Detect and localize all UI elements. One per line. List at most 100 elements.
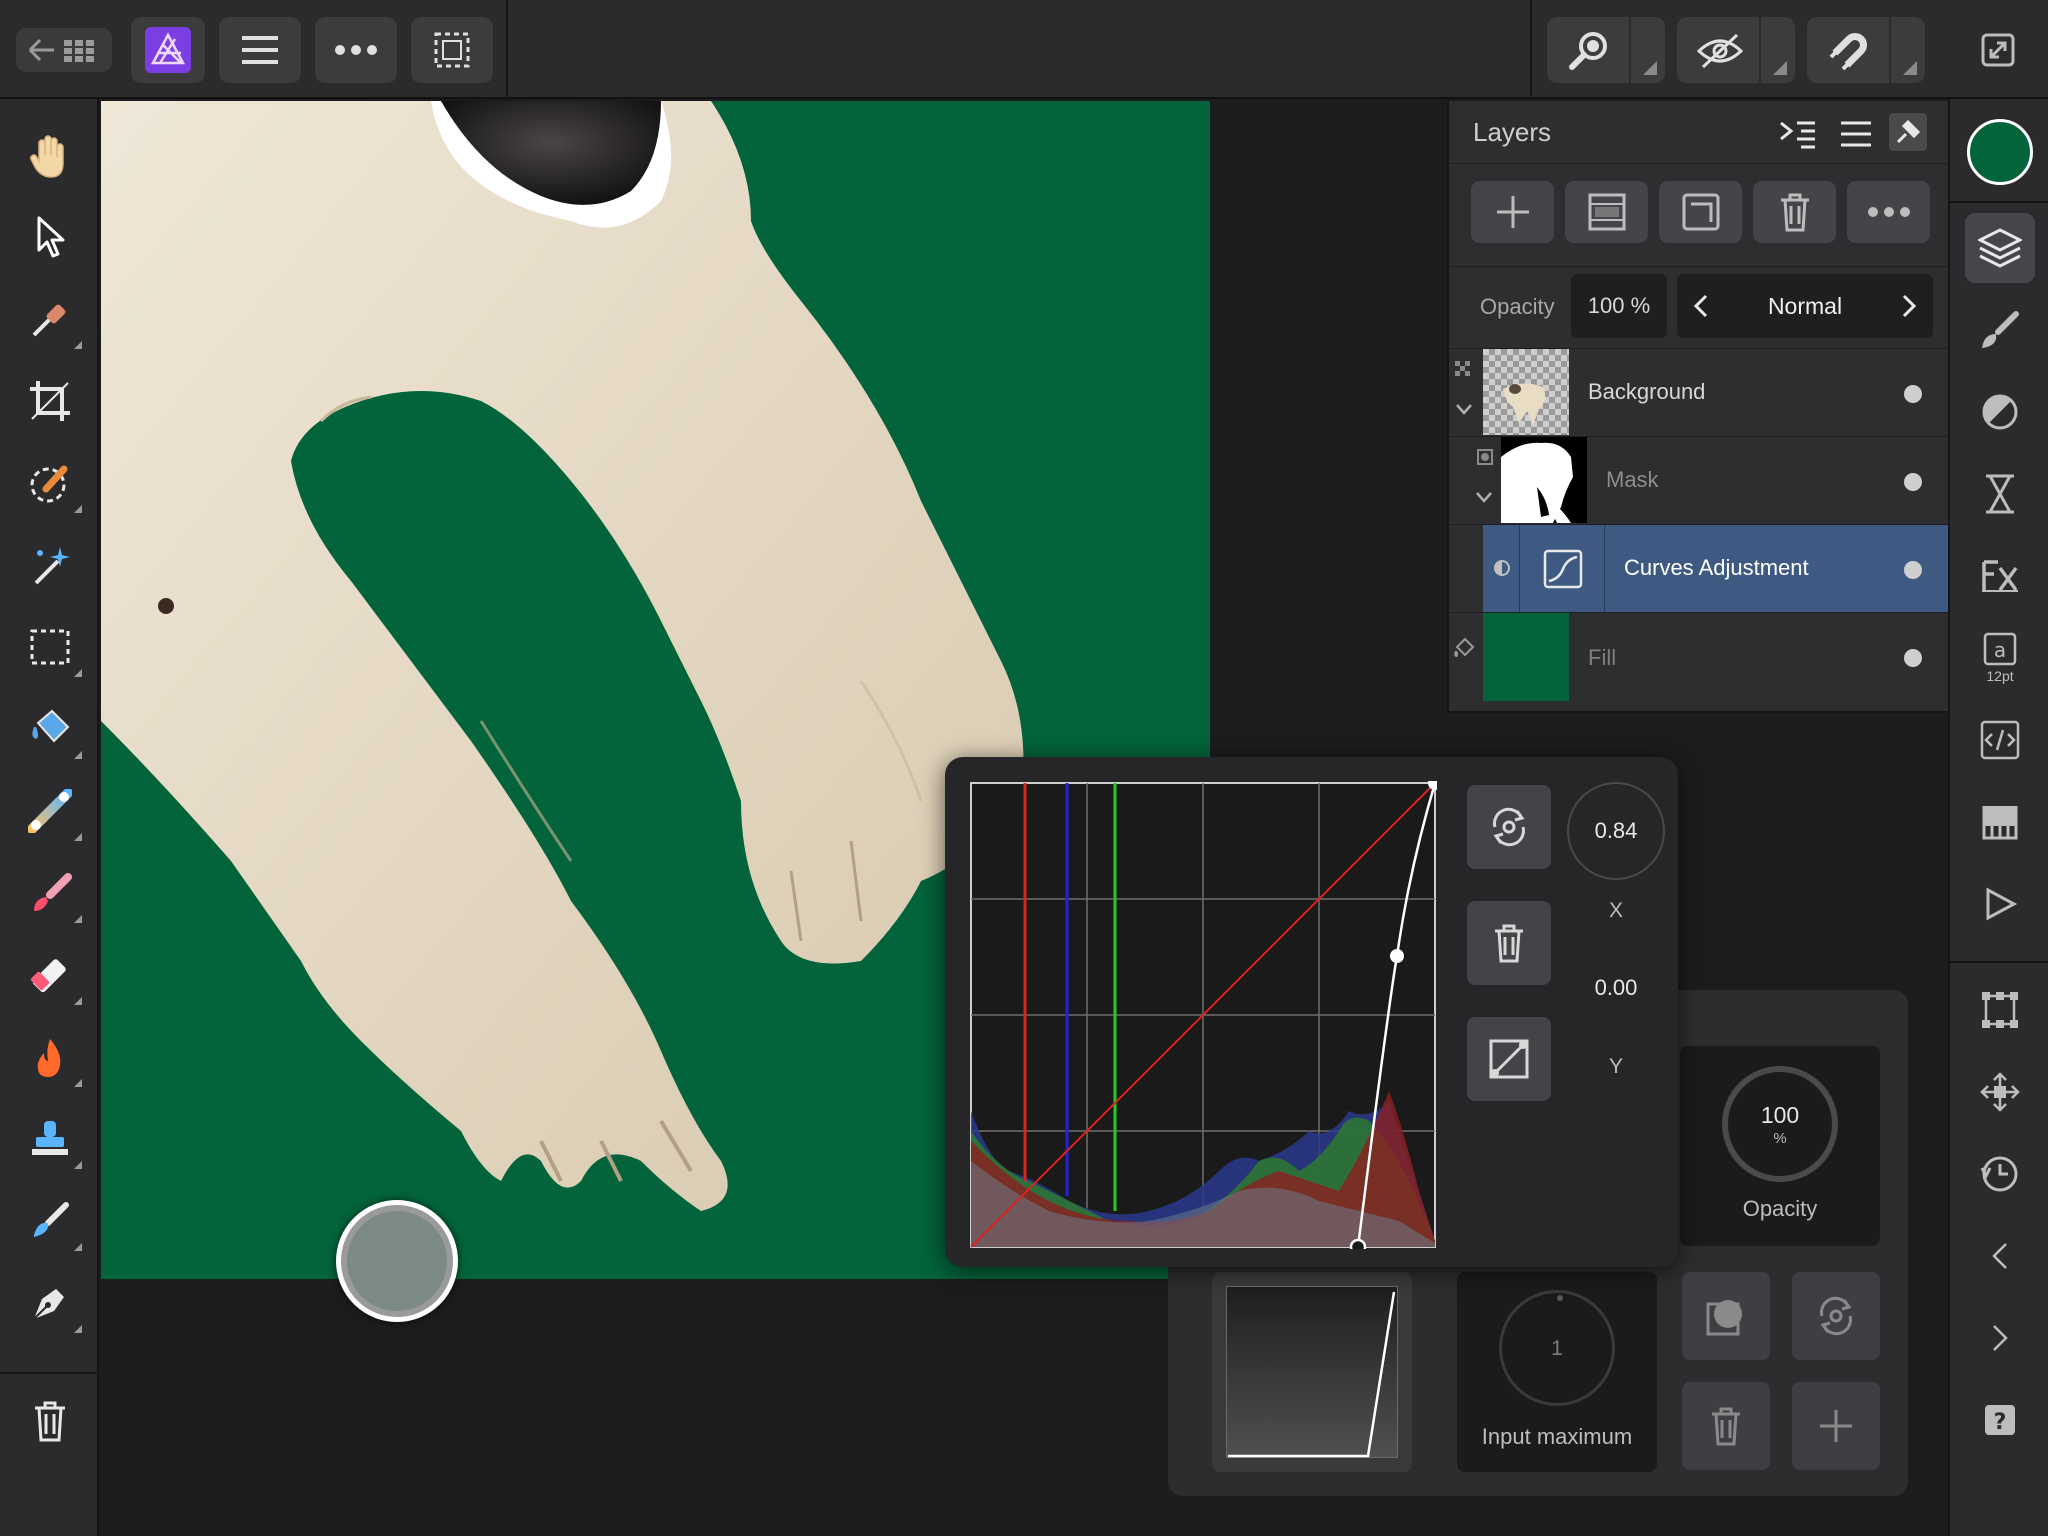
channels-studio-button[interactable] xyxy=(1965,787,2035,857)
snapping-button[interactable] xyxy=(1807,17,1925,83)
chevron-down-icon[interactable] xyxy=(1475,491,1493,503)
main-menu-button[interactable] xyxy=(219,17,301,83)
curves-graph[interactable] xyxy=(969,781,1437,1249)
expand-button[interactable] xyxy=(1965,1303,2035,1373)
history-studio-button[interactable] xyxy=(1965,459,2035,529)
input-maximum-control[interactable]: 1 Input maximum xyxy=(1457,1272,1657,1472)
smudge-tool[interactable] xyxy=(18,1189,82,1253)
add-mask-button[interactable] xyxy=(1565,181,1648,243)
erase-brush-tool[interactable] xyxy=(18,943,82,1007)
burn-tool[interactable] xyxy=(18,1025,82,1089)
layer-thumbnail xyxy=(1483,349,1569,435)
history-studio-button-2[interactable] xyxy=(1965,1139,2035,1209)
collapse-button[interactable] xyxy=(1965,1221,2035,1291)
paint-brush-tool[interactable] xyxy=(18,861,82,925)
layer-visibility-toggle[interactable] xyxy=(1904,649,1922,667)
app-persona-button[interactable] xyxy=(131,17,205,83)
delete-layer-button[interactable] xyxy=(1753,181,1836,243)
chevron-right-icon xyxy=(1993,1325,2008,1351)
gradient-tool[interactable] xyxy=(18,779,82,843)
merge-icon xyxy=(1706,1300,1742,1336)
blend-mode-value: Normal xyxy=(1767,293,1843,319)
curves-icon xyxy=(1543,549,1583,589)
curves-thumbnail xyxy=(1519,525,1605,613)
layer-options-icon[interactable] xyxy=(1779,117,1817,153)
tools-separator xyxy=(0,1372,99,1374)
delete-adjustment-button[interactable] xyxy=(1682,1382,1770,1470)
text-style-studio-button[interactable]: a 12pt xyxy=(1965,623,2035,693)
layer-row-background[interactable]: Background xyxy=(1449,348,1950,436)
layer-name: Curves Adjustment xyxy=(1624,555,1809,580)
layer-visibility-toggle[interactable] xyxy=(1904,473,1922,491)
hand-tool[interactable] xyxy=(18,124,82,188)
move-tool[interactable] xyxy=(18,205,82,269)
layers-studio-button[interactable] xyxy=(1965,213,2035,283)
layer-visibility-toggle[interactable] xyxy=(1904,561,1922,579)
input-maximum-dial[interactable]: 1 xyxy=(1499,1290,1615,1406)
view-quality-button[interactable] xyxy=(1677,17,1795,83)
chevron-down-icon[interactable] xyxy=(1455,403,1473,415)
crop-tool[interactable] xyxy=(18,369,82,433)
help-button[interactable]: ? xyxy=(1965,1385,2035,1455)
transform-studio-button[interactable] xyxy=(1965,975,2035,1045)
navigator-studio-button[interactable] xyxy=(1965,1057,2035,1127)
brushes-studio-button[interactable] xyxy=(1965,295,2035,365)
layer-row-fill[interactable]: Fill xyxy=(1449,612,1950,701)
opacity-control[interactable]: 100 % Opacity xyxy=(1680,1046,1880,1246)
toolbar-separator xyxy=(1530,0,1532,99)
selection-brush-tool[interactable] xyxy=(18,451,82,515)
group-layers-button[interactable] xyxy=(1659,181,1742,243)
flood-fill-tool[interactable] xyxy=(18,697,82,761)
panel-menu-icon[interactable] xyxy=(1839,119,1873,149)
reset-curve-button[interactable] xyxy=(1467,785,1551,869)
back-to-gallery-button[interactable] xyxy=(16,28,112,72)
pen-tool[interactable] xyxy=(18,1271,82,1335)
history-icon xyxy=(1980,1156,2018,1192)
add-layer-button[interactable] xyxy=(1471,181,1554,243)
merge-button[interactable] xyxy=(1682,1272,1770,1360)
opacity-field[interactable]: 100 % xyxy=(1571,274,1667,338)
zoom-button[interactable] xyxy=(1547,17,1665,83)
color-picker-tool[interactable] xyxy=(18,287,82,351)
selection-mode-button[interactable] xyxy=(411,17,493,83)
delete-point-button[interactable] xyxy=(1467,901,1551,985)
history-hourglass-icon xyxy=(1986,474,2014,514)
curves-preview[interactable] xyxy=(1212,1272,1412,1472)
layer-more-button[interactable] xyxy=(1847,181,1930,243)
layer-row-curves-adjustment[interactable]: Curves Adjustment xyxy=(1449,524,1950,613)
x-value-dial[interactable]: 0.84 xyxy=(1567,782,1665,880)
chevron-left-icon xyxy=(1992,1243,2007,1269)
marquee-tool[interactable] xyxy=(18,615,82,679)
fx-studio-button[interactable] xyxy=(1965,541,2035,611)
transform-icon xyxy=(1982,992,2018,1028)
more-button[interactable] xyxy=(315,17,397,83)
y-value-dial[interactable]: 0.00 xyxy=(1567,939,1665,1037)
fullscreen-button[interactable] xyxy=(1966,17,2030,83)
chevron-left-icon[interactable] xyxy=(1693,294,1709,318)
reset-button[interactable] xyxy=(1792,1272,1880,1360)
chevron-right-icon[interactable] xyxy=(1901,294,1917,318)
opacity-dial-value: 100 xyxy=(1760,1102,1800,1128)
auto-curve-button[interactable] xyxy=(1467,1017,1551,1101)
svg-text:?: ? xyxy=(1994,1410,2007,1435)
pin-panel-button[interactable] xyxy=(1889,113,1927,151)
tools-panel xyxy=(0,99,99,1536)
clone-stamp-tool[interactable] xyxy=(18,1107,82,1171)
opacity-dial[interactable]: 100 % xyxy=(1722,1066,1838,1182)
adjustments-icon xyxy=(1982,394,2018,430)
y-label: Y xyxy=(1608,1055,1623,1078)
delete-button[interactable] xyxy=(18,1389,82,1453)
adjustments-studio-button[interactable] xyxy=(1965,377,2035,447)
marquee-icon xyxy=(30,629,70,665)
blend-mode-selector[interactable]: Normal xyxy=(1677,274,1933,338)
canvas-handle[interactable] xyxy=(336,1200,458,1322)
layer-visibility-toggle[interactable] xyxy=(1904,385,1922,403)
layer-row-mask[interactable]: Mask xyxy=(1449,436,1950,524)
move-pointer-icon xyxy=(37,216,65,258)
color-swatch[interactable] xyxy=(1967,119,2033,185)
magic-wand-tool[interactable] xyxy=(18,533,82,597)
add-adjustment-button[interactable] xyxy=(1792,1382,1880,1470)
brushes-icon xyxy=(1982,311,2019,348)
macro-studio-button[interactable] xyxy=(1965,705,2035,775)
play-studio-button[interactable] xyxy=(1965,869,2035,939)
